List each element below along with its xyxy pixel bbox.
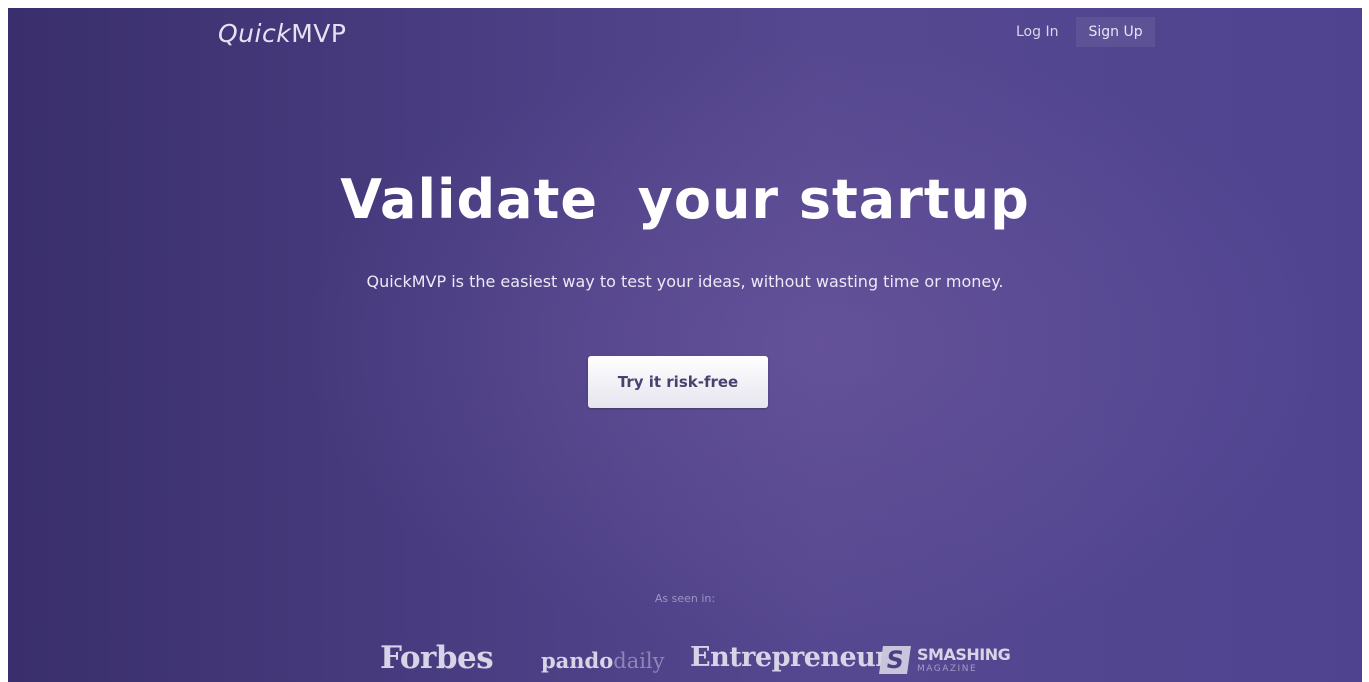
smashing-text: SMASHING MAGAZINE (917, 644, 1011, 674)
forbes-logo: Forbes (380, 640, 494, 676)
quickmvp-logo[interactable]: QuickMVP (218, 19, 346, 48)
press-logos: Forbes pandodaily Entrepreneur S SMASHIN… (8, 636, 1362, 682)
signup-button[interactable]: Sign Up (1076, 17, 1155, 47)
pando-logo-suffix: daily (613, 649, 665, 673)
smashing-magazine-logo: S SMASHING MAGAZINE (879, 644, 1011, 674)
logo-part-quick: Quick (218, 19, 292, 48)
smashing-badge-icon: S (879, 646, 911, 674)
try-risk-free-button[interactable]: Try it risk-free (588, 356, 768, 408)
hero-subtitle: QuickMVP is the easiest way to test your… (366, 272, 1004, 291)
as-seen-in-label: As seen in: (654, 592, 716, 605)
entrepreneur-logo: Entrepreneur (690, 642, 890, 673)
smashing-sub-text: MAGAZINE (917, 663, 978, 674)
top-nav: Log In Sign Up (1006, 17, 1155, 47)
smashing-main-text: SMASHING (917, 644, 1011, 664)
pando-logo-main: pando (541, 648, 614, 673)
logo-part-mvp: MVP (291, 19, 347, 48)
landing-page: QuickMVP Log In Sign Up Validate your st… (8, 8, 1362, 682)
hero-title: Validate your startup (340, 168, 1030, 231)
login-link[interactable]: Log In (1006, 18, 1068, 46)
pandodaily-logo: pandodaily (541, 648, 665, 673)
